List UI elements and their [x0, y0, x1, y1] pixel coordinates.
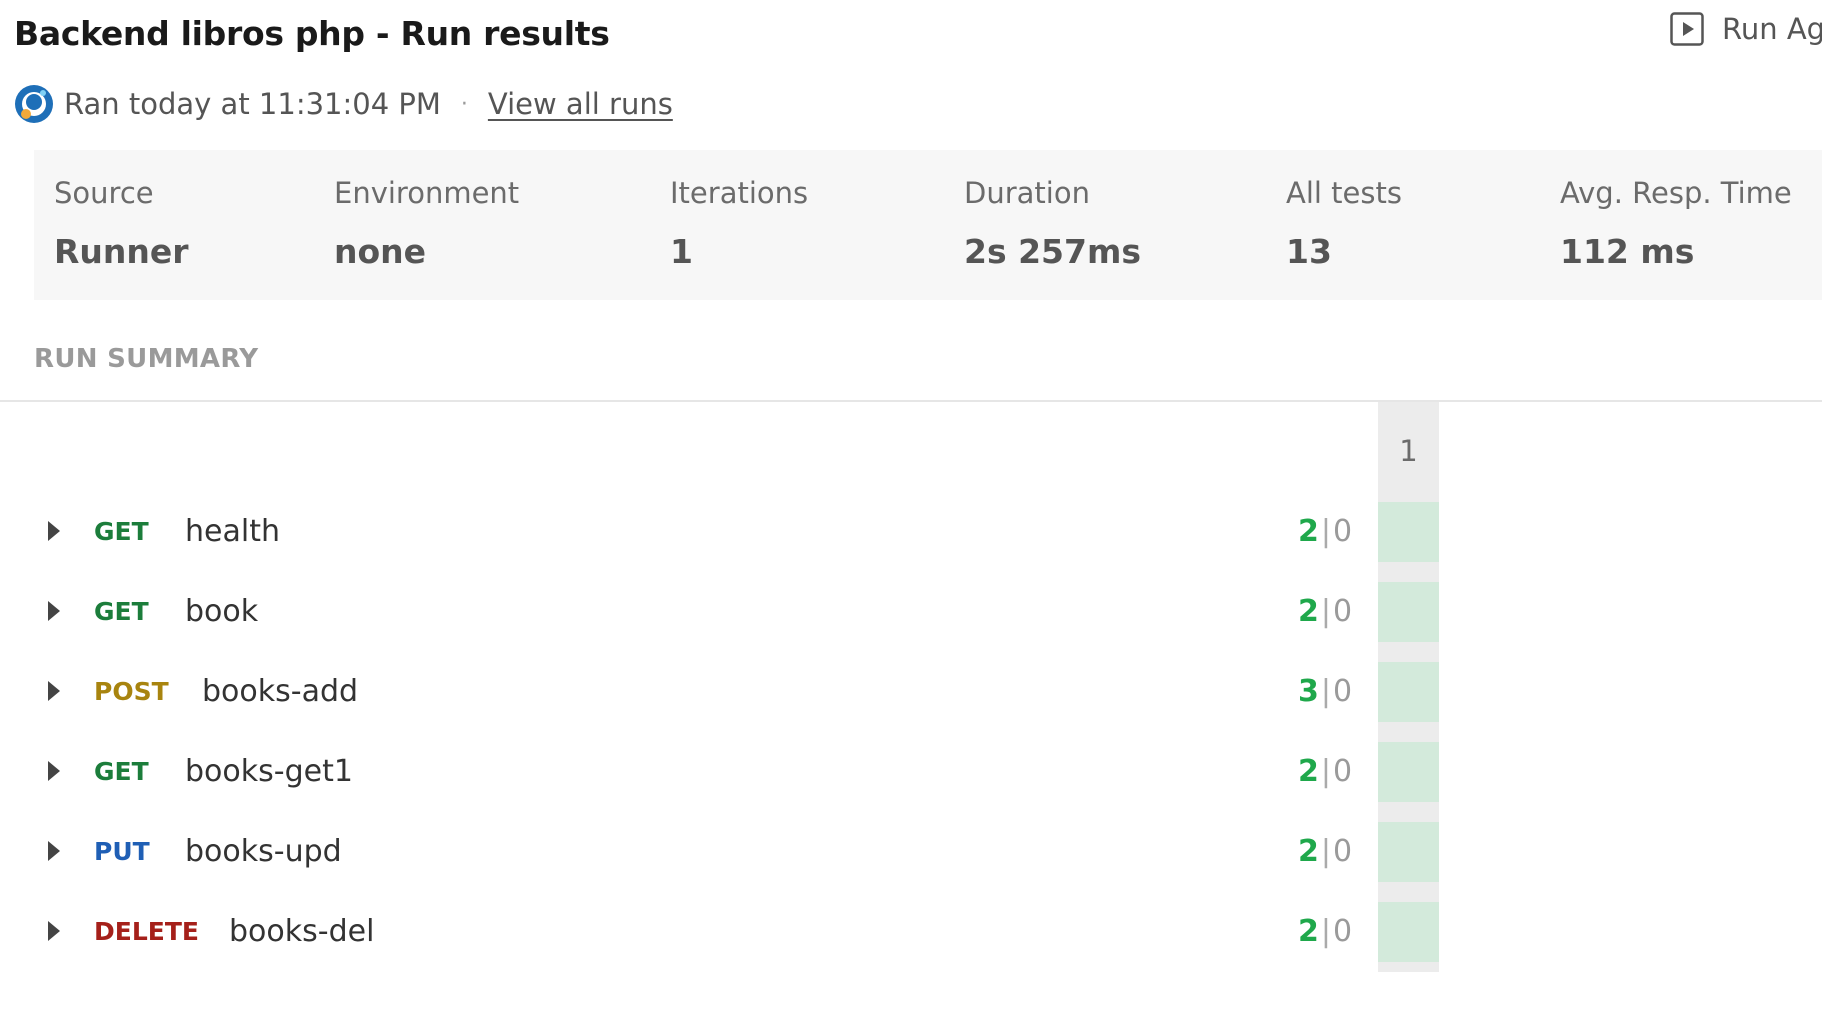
- method-badge: GET: [94, 597, 149, 626]
- test-counts: 2|0: [1298, 834, 1352, 869]
- method-badge: GET: [94, 757, 149, 786]
- iteration-cell[interactable]: [1378, 502, 1439, 562]
- divider: [0, 400, 1822, 402]
- caret-right-icon[interactable]: [48, 601, 60, 621]
- iteration-column: 1: [1378, 402, 1439, 972]
- caret-right-icon[interactable]: [48, 841, 60, 861]
- count-separator: |: [1320, 914, 1331, 949]
- request-row-books-del[interactable]: DELETE books-del 2|0: [0, 903, 1378, 963]
- test-counts: 3|0: [1298, 674, 1352, 709]
- test-counts: 2|0: [1298, 594, 1352, 629]
- caret-right-icon[interactable]: [48, 921, 60, 941]
- iteration-cell[interactable]: [1378, 662, 1439, 722]
- passed-count: 2: [1298, 834, 1319, 869]
- iteration-header: 1: [1399, 434, 1418, 468]
- passed-count: 3: [1298, 674, 1319, 709]
- stat-iterations: Iterations 1: [670, 176, 808, 271]
- failed-count: 0: [1332, 514, 1353, 549]
- request-name[interactable]: books-del: [229, 914, 374, 949]
- stat-duration: Duration 2s 257ms: [964, 176, 1141, 271]
- passed-count: 2: [1298, 754, 1319, 789]
- stat-value: 1: [670, 232, 693, 271]
- test-counts: 2|0: [1298, 514, 1352, 549]
- request-row-book[interactable]: GET book 2|0: [0, 583, 1378, 643]
- method-badge: DELETE: [94, 917, 199, 946]
- caret-right-icon[interactable]: [48, 681, 60, 701]
- passed-count: 2: [1298, 914, 1319, 949]
- stat-avg-resp-time: Avg. Resp. Time 112 ms: [1560, 176, 1792, 271]
- stat-source: Source Runner: [54, 176, 189, 271]
- request-row-books-upd[interactable]: PUT books-upd 2|0: [0, 823, 1378, 883]
- request-name[interactable]: books-get1: [185, 754, 353, 789]
- iteration-cell[interactable]: [1378, 582, 1439, 642]
- count-separator: |: [1320, 594, 1331, 629]
- stat-value: 112 ms: [1560, 232, 1695, 271]
- test-counts: 2|0: [1298, 914, 1352, 949]
- method-badge: PUT: [94, 837, 150, 866]
- method-badge: POST: [94, 677, 169, 706]
- stat-label: Iterations: [670, 176, 809, 210]
- page-title: Backend libros php - Run results: [14, 14, 610, 53]
- ran-timestamp: Ran today at 11:31:04 PM: [64, 87, 441, 121]
- request-name[interactable]: books-upd: [185, 834, 342, 869]
- play-square-icon: [1670, 12, 1704, 46]
- count-separator: |: [1320, 674, 1331, 709]
- iteration-cell[interactable]: [1378, 822, 1439, 882]
- request-name[interactable]: books-add: [202, 674, 358, 709]
- caret-right-icon[interactable]: [48, 761, 60, 781]
- method-badge: GET: [94, 517, 149, 546]
- failed-count: 0: [1332, 754, 1353, 789]
- failed-count: 0: [1332, 674, 1353, 709]
- test-counts: 2|0: [1298, 754, 1352, 789]
- stat-value: 13: [1286, 232, 1332, 271]
- passed-count: 2: [1298, 594, 1319, 629]
- stat-value: none: [334, 232, 427, 271]
- run-stats-panel: Source Runner Environment none Iteration…: [34, 150, 1822, 300]
- runner-avatar-icon: [14, 84, 54, 124]
- iteration-cell[interactable]: [1378, 902, 1439, 962]
- stat-label: Source: [54, 176, 154, 210]
- stat-label: Avg. Resp. Time: [1560, 176, 1792, 210]
- stat-all-tests: All tests 13: [1286, 176, 1402, 271]
- stat-label: Duration: [964, 176, 1090, 210]
- meta-separator: ·: [460, 91, 468, 117]
- failed-count: 0: [1332, 914, 1353, 949]
- request-row-books-add[interactable]: POST books-add 3|0: [0, 663, 1378, 723]
- request-row-health[interactable]: GET health 2|0: [0, 503, 1378, 563]
- stat-value: Runner: [54, 232, 189, 271]
- count-separator: |: [1320, 514, 1331, 549]
- run-meta: Ran today at 11:31:04 PM · View all runs: [14, 84, 673, 124]
- caret-right-icon[interactable]: [48, 521, 60, 541]
- failed-count: 0: [1332, 834, 1353, 869]
- run-again-label: Run Ag: [1722, 12, 1822, 46]
- request-name[interactable]: book: [185, 594, 258, 629]
- passed-count: 2: [1298, 514, 1319, 549]
- stat-environment: Environment none: [334, 176, 519, 271]
- stat-value: 2s 257ms: [964, 232, 1142, 271]
- stat-label: Environment: [334, 176, 520, 210]
- view-all-runs-link[interactable]: View all runs: [488, 87, 673, 121]
- iteration-cell[interactable]: [1378, 742, 1439, 802]
- run-again-button[interactable]: Run Ag: [1670, 12, 1822, 46]
- request-name[interactable]: health: [185, 514, 280, 549]
- stat-label: All tests: [1286, 176, 1402, 210]
- count-separator: |: [1320, 754, 1331, 789]
- count-separator: |: [1320, 834, 1331, 869]
- failed-count: 0: [1332, 594, 1353, 629]
- request-row-books-get1[interactable]: GET books-get1 2|0: [0, 743, 1378, 803]
- run-summary-heading: RUN SUMMARY: [34, 344, 259, 374]
